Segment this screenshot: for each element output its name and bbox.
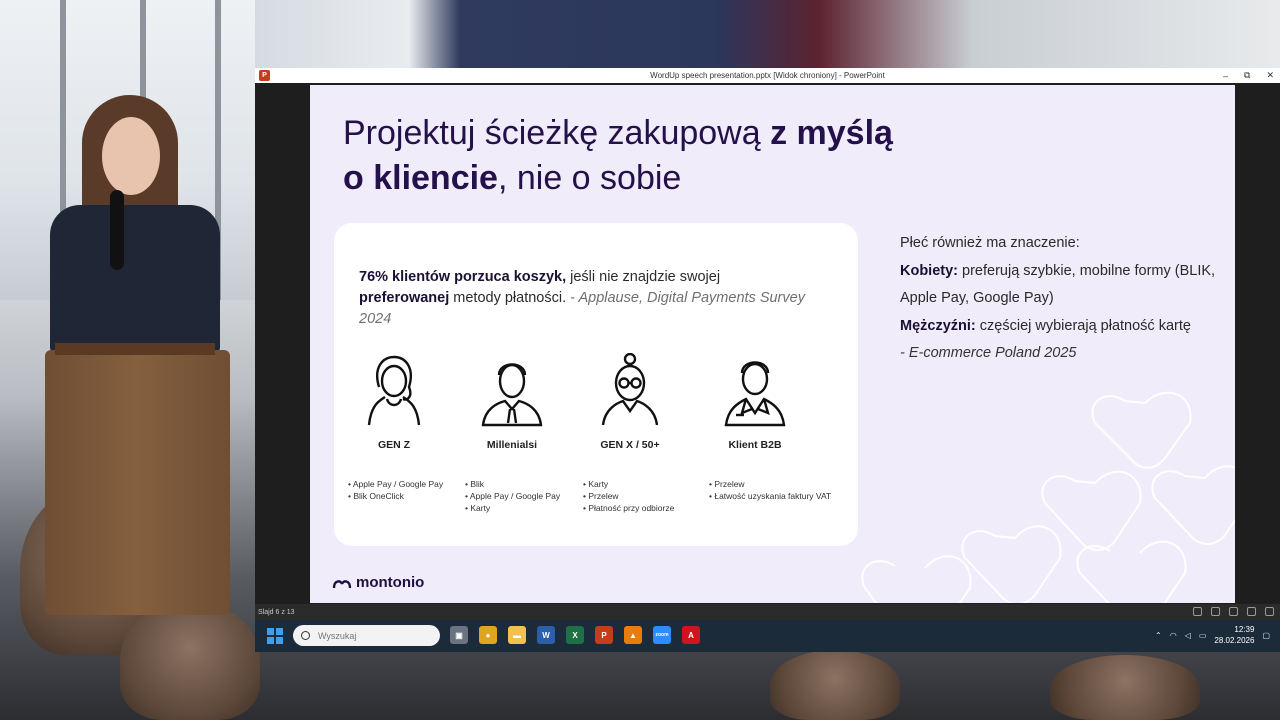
microphone [110, 190, 124, 270]
sorter-view-button[interactable] [1229, 607, 1238, 616]
persona-bullets: Blik Apple Pay / Google Pay Karty [465, 478, 560, 514]
search-input[interactable] [318, 630, 428, 641]
wifi-icon[interactable]: ◠ [1170, 631, 1177, 640]
persona-gen-x: GEN X / 50+ [575, 353, 685, 451]
taskbar-search[interactable] [293, 625, 440, 646]
start-button[interactable] [267, 628, 283, 644]
montonio-logo: montonio [332, 574, 424, 591]
chevron-up-icon[interactable]: ⌃ [1155, 631, 1162, 640]
file-explorer-icon[interactable]: ▬ [508, 626, 526, 644]
slideshow-button[interactable] [1265, 607, 1274, 616]
search-icon [301, 631, 310, 640]
notes-view-button[interactable] [1193, 607, 1202, 616]
persona-millenials: Millenialsi [457, 353, 567, 451]
slide: Projektuj ścieżkę zakupową z myślą o kli… [310, 85, 1235, 603]
side-text: Płeć również ma znaczenie: Kobiety: pref… [900, 235, 1216, 361]
powerpoint-window: P WordUp speech presentation.pptx [Widok… [255, 68, 1280, 620]
chrome-icon[interactable]: ● [479, 626, 497, 644]
slide-title: Projektuj ścieżkę zakupową z myślą o kli… [343, 114, 893, 197]
woman-glasses-avatar-icon [601, 353, 659, 426]
speaker-icon[interactable]: ◁ [1185, 631, 1191, 640]
woman-avatar-icon [367, 355, 421, 426]
persona-bullets: Apple Pay / Google Pay Blik OneClick [348, 478, 443, 502]
vlc-icon[interactable]: ▲ [624, 626, 642, 644]
system-tray: ⌃ ◠ ◁ ▭ 12:39 28.02.2026 ▢ [1155, 624, 1270, 646]
audience-head [1050, 655, 1200, 720]
decorative-hearts [861, 391, 1235, 603]
slide-counter: Slajd 6 z 13 [258, 608, 295, 616]
room-wall-decor [255, 0, 1280, 70]
maximize-button[interactable]: ⧉ [1244, 70, 1250, 81]
task-view-icon[interactable]: ▣ [450, 626, 468, 644]
montonio-logo-icon [332, 579, 352, 588]
stat-text: 76% klientów porzuca koszyk, jeśli nie z… [359, 269, 805, 327]
close-button[interactable]: ✕ [1266, 70, 1274, 81]
notification-icon[interactable]: ▢ [1262, 631, 1270, 640]
windows-taskbar: ▣ ● ▬ W X P ▲ zoom A ⌃ ◠ ◁ ▭ 12:39 28.02… [255, 620, 1280, 652]
persona-bullets: Karty Przelew Płatność przy odbiorze [583, 478, 674, 514]
excel-icon[interactable]: X [566, 626, 584, 644]
audience-head [120, 600, 260, 720]
window-title: WordUp speech presentation.pptx [Widok c… [650, 71, 885, 80]
taskbar-apps: ▣ ● ▬ W X P ▲ zoom A [450, 626, 700, 644]
powerpoint-taskbar-icon[interactable]: P [595, 626, 613, 644]
window-titlebar: P WordUp speech presentation.pptx [Widok… [255, 68, 1280, 83]
normal-view-button[interactable] [1211, 607, 1220, 616]
presenter [30, 95, 230, 615]
clock[interactable]: 12:39 28.02.2026 [1214, 624, 1254, 646]
reading-view-button[interactable] [1247, 607, 1256, 616]
acrobat-icon[interactable]: A [682, 626, 700, 644]
zoom-icon[interactable]: zoom [653, 626, 671, 644]
payment-card: 76% klientów porzuca koszyk, jeśli nie z… [334, 223, 858, 546]
powerpoint-icon: P [259, 70, 270, 81]
man-tie-avatar-icon [481, 363, 543, 427]
battery-icon[interactable]: ▭ [1199, 631, 1207, 640]
word-icon[interactable]: W [537, 626, 555, 644]
persona-b2b: Klient B2B [700, 353, 810, 451]
persona-gen-z: GEN Z [339, 353, 449, 451]
businessman-avatar-icon [724, 361, 786, 427]
minimize-button[interactable]: – [1223, 71, 1228, 81]
audience-head [770, 650, 900, 720]
status-bar: Slajd 6 z 13 [255, 604, 1280, 620]
